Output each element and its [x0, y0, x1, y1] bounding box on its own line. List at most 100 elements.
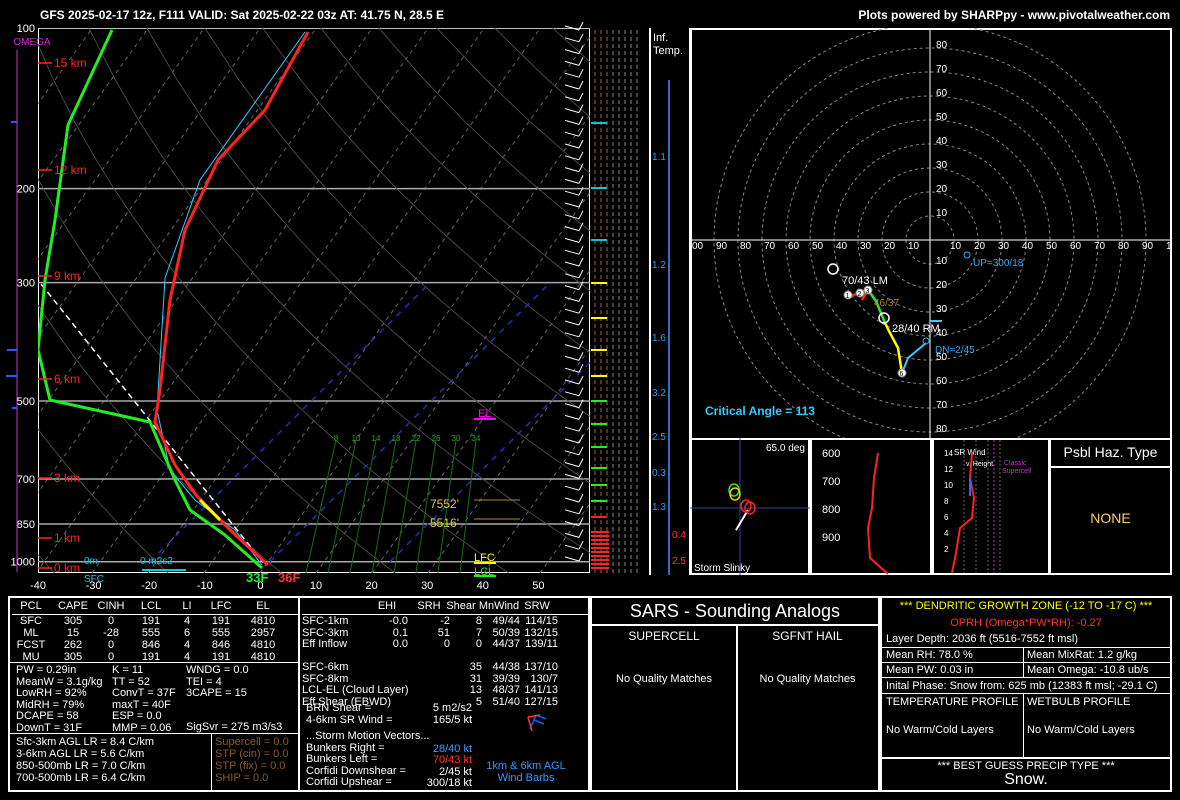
- dgz-mean-rh: Mean RH: 78.0 %: [886, 649, 973, 661]
- wind-barb-flag: [578, 411, 584, 420]
- hodo-speed-label: 60: [936, 376, 948, 387]
- classic-label: Classic: [1004, 460, 1027, 467]
- parcel-cell: 0: [107, 639, 115, 651]
- kinematic-layer: SFC-8km: [302, 672, 349, 685]
- kinematic-header: MnWind: [478, 600, 520, 612]
- wind-barb-flag: [578, 80, 584, 90]
- index-value: TT = 52: [112, 675, 151, 688]
- hodo-dir-label: 80: [1118, 241, 1130, 252]
- parcel-cell: 555: [211, 627, 231, 639]
- parcel-cell: 2957: [250, 627, 276, 639]
- lapse-rate: 850-500mb LR = 7.0 C/km: [16, 760, 146, 772]
- parcel-header: LFC: [210, 600, 232, 612]
- mixing-ratio-label: 30: [452, 434, 461, 443]
- theta-pressure-label: 900: [822, 532, 840, 544]
- parcel-cell: 191: [211, 615, 231, 627]
- mixing-ratio-label: 8: [334, 434, 339, 443]
- temperature-tick: -40: [30, 580, 46, 592]
- hodo-dir-label: 20: [884, 241, 896, 252]
- mixing-ratio-line: [371, 439, 397, 573]
- lfc-label: LFC: [474, 552, 495, 564]
- wind-barb: [564, 462, 580, 468]
- index-value: K = 11: [112, 664, 144, 676]
- wind-barb-flag: [578, 21, 584, 31]
- parcel-cell: 15: [66, 627, 80, 639]
- inflow-title: Inf.: [653, 32, 668, 44]
- wind-barb-flag: [578, 104, 584, 113]
- wind-barb-flag: [578, 458, 584, 467]
- sfc-label: SFC: [84, 574, 104, 585]
- hodo-speed-label: 40: [936, 136, 948, 147]
- isotherm: [38, 28, 373, 494]
- sr-wind-46-value: 165/5 kt: [432, 713, 472, 726]
- kinematic-cell: -2: [440, 615, 450, 627]
- wind-barb: [564, 167, 580, 173]
- wind-barb-flag: [578, 470, 584, 479]
- srwind-height-label: 14: [944, 449, 953, 458]
- wind-barb: [564, 296, 580, 302]
- inflow-value: 0.3: [652, 468, 666, 479]
- parcel-cell: 4: [183, 615, 191, 627]
- wind-barb-flag: [578, 257, 584, 267]
- zero-m-label: 0m: [84, 556, 98, 567]
- wind-barb-flag: [578, 92, 584, 102]
- wind-barb-flag: [578, 481, 584, 491]
- kinematic-cell: 50/39: [492, 626, 520, 639]
- storm-motion-title: ...Storm Motion Vectors...: [306, 730, 430, 742]
- pressure-label: 500: [17, 396, 35, 408]
- composite-indices: Supercell = 0.0 STP (cin) = 0.0 STP (fix) …: [215, 736, 289, 784]
- wind-barb-flag: [578, 363, 584, 373]
- hodo-speed-label: 70: [936, 400, 948, 411]
- parcel-cell: SFC: [20, 615, 42, 627]
- pressure-label: 200: [17, 184, 35, 196]
- pressure-label: 850: [17, 519, 35, 531]
- isotherm: [38, 28, 93, 105]
- parcel-cell: 0: [107, 615, 115, 627]
- hodo-height-number: 6: [900, 371, 904, 378]
- kinematic-cell: -0.0: [389, 615, 408, 627]
- mixing-ratio-line: [305, 439, 337, 573]
- lcl-label: LCL: [474, 566, 494, 578]
- dry-adiabat: [38, 43, 509, 573]
- wind-barb: [564, 344, 580, 350]
- temperature-tick: 50: [532, 580, 544, 592]
- wind-barb: [564, 214, 580, 220]
- omega-label: OMEGA: [13, 37, 51, 48]
- kinematic-cell: 44/37: [492, 638, 520, 650]
- wind-barb-flag: [578, 517, 584, 526]
- hodo-dir-label: 60: [1070, 241, 1082, 252]
- temp-profile-result: No Warm/Cold Layers: [886, 724, 994, 736]
- kinematic-cell: 44/38: [492, 661, 520, 673]
- inflow-value: 1.1: [652, 152, 666, 163]
- wind-barb: [564, 285, 580, 291]
- parcel-header: CINH: [97, 600, 125, 612]
- wind-barb: [564, 249, 580, 255]
- upshear-label: UP=300/18: [973, 258, 1024, 269]
- slinky-frame: [690, 438, 810, 575]
- temperature-tick: 30: [421, 580, 433, 592]
- wind-barb-flag: [578, 281, 584, 290]
- surface-temp: 36F: [278, 570, 300, 585]
- pressure-label: 700: [17, 474, 35, 486]
- temp-profile-header: TEMPERATURE PROFILE: [886, 696, 1019, 708]
- mean-wind-label: 46/37: [874, 298, 899, 309]
- upshear-marker: [963, 251, 971, 259]
- wind-barb-flag: [578, 139, 584, 149]
- lapse-rate: 700-500mb LR = 6.4 C/km: [16, 772, 146, 784]
- hodo-dir-label: 50: [812, 241, 824, 252]
- best-guess-value: Snow.: [1004, 771, 1048, 788]
- wind-barb-flag: [578, 446, 584, 456]
- lapse-rate: Sfc-3km AGL LR = 8.4 C/km: [16, 736, 155, 748]
- parcel-cell: FCST: [16, 639, 46, 651]
- parcel-header: CAPE: [58, 600, 88, 612]
- srwind-frame: [932, 438, 1050, 575]
- hodo-speed-label: 10: [936, 256, 948, 267]
- hodo-speed-label: 60: [936, 88, 948, 99]
- hodograph-panel: 8070605040302010102030405060708000 90 80 70…: [690, 28, 1172, 440]
- kinematic-cell: 13: [469, 684, 482, 696]
- sars-hail-header: SGFNT HAIL: [772, 629, 843, 643]
- wind-barb: [564, 143, 580, 149]
- hodo-dir-label: 20: [974, 241, 986, 252]
- mixing-ratio-label: 14: [372, 434, 381, 443]
- wind-barb-flag: [578, 422, 584, 432]
